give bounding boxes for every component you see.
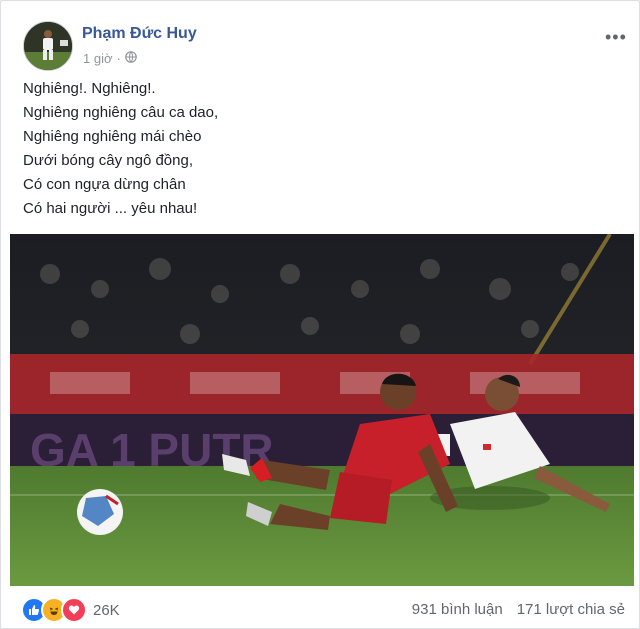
post-text-line: Nghiêng nghiêng mái chèo (23, 128, 202, 145)
post-photo[interactable]: GA 1 PUTR (10, 234, 634, 586)
post-text-line: Nghiêng nghiêng câu ca dao, (23, 104, 219, 121)
post-footer: 26K 931 bình luận 171 lượt chia sẻ (21, 597, 625, 623)
love-icon (61, 597, 87, 623)
avatar[interactable] (23, 21, 73, 71)
post-meta: 1 giờ · (83, 51, 137, 66)
post-header: Phạm Đức Huy 1 giờ · ••• (23, 21, 626, 71)
author-name[interactable]: Phạm Đức Huy (82, 25, 197, 43)
post-text-line: Có con ngựa dừng chân (23, 176, 186, 193)
more-options-button[interactable]: ••• (605, 27, 627, 48)
comments-count[interactable]: 931 bình luận (412, 601, 503, 618)
globe-icon (125, 51, 137, 66)
post-text: Nghiêng!. Nghiêng!. Nghiêng nghiêng câu … (23, 77, 613, 221)
post-text-line: Nghiêng!. Nghiêng!. (23, 80, 156, 97)
post-text-line: Dưới bóng cây ngô đồng, (23, 152, 193, 169)
post-stats: 931 bình luận 171 lượt chia sẻ (412, 601, 625, 618)
shares-count[interactable]: 171 lượt chia sẻ (517, 601, 625, 618)
post-time[interactable]: 1 giờ (83, 51, 113, 66)
reactions-summary[interactable]: 26K (21, 597, 120, 623)
reaction-count[interactable]: 26K (93, 602, 120, 619)
post-card: Phạm Đức Huy 1 giờ · ••• Nghiêng!. Nghiê… (0, 0, 640, 629)
separator: · (116, 51, 121, 66)
post-text-line: Có hai người ... yêu nhau! (23, 200, 198, 217)
